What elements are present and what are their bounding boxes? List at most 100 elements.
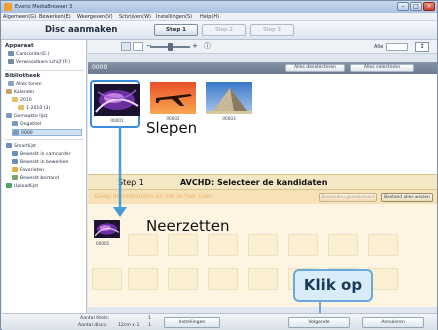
sidebar-item-smartlijst[interactable]: Smartlijst [6, 143, 36, 150]
empty-slot [248, 234, 278, 256]
empty-slot [208, 234, 238, 256]
smart-list-icon [12, 159, 18, 164]
thumbnail-name: 00001 [110, 118, 124, 123]
app-window: Everio MediaBrowser 3 – □ × Algemeen(G) … [0, 0, 438, 330]
upload-icon [6, 183, 12, 188]
list-icon [6, 113, 12, 118]
menu-bewerken[interactable]: Bewerken(E) [39, 14, 71, 20]
sidebar-item-ongetitel[interactable]: Ongetitel [12, 121, 41, 128]
airplane-sunset-thumbnail [150, 82, 196, 114]
minimize-button[interactable]: – [397, 2, 409, 11]
target-step-label: Step 1 [118, 178, 144, 187]
menu-instellingen[interactable]: Instellingen(S) [156, 14, 192, 20]
thumbnail-00003[interactable]: 00003 [204, 80, 254, 128]
sidebar-item-kalender[interactable]: Kalender [6, 89, 34, 96]
target-drop-area[interactable]: 00001 [88, 204, 437, 307]
disc-capacity: 12cm x 1 [118, 323, 140, 328]
sidebar-item-bewerkt-bestand[interactable]: Bewerkt bestand [12, 175, 59, 182]
sidebar-item-label: Bewerkt bestand [20, 176, 59, 181]
purple-swirl-thumbnail [94, 84, 140, 116]
settings-button[interactable]: Instellingen [164, 317, 220, 328]
sidebar: Apparaat Camcorder(E:) Verwisselbare sch… [2, 40, 87, 321]
sidebar-item-label: Ongetitel [20, 122, 42, 127]
info-icon[interactable]: ⓘ [204, 41, 211, 51]
sidebar-item-label: 2010 [20, 98, 32, 103]
sidebar-item-0000[interactable]: 0000 [12, 129, 82, 136]
sidebar-item-bewerkt-bewerken[interactable]: Bewerkt in bewerken [12, 159, 68, 166]
source-header: 0000 Alles deselecteren Alles selecteren [88, 62, 437, 74]
sidebar-item-label: Gemaakte lijst [14, 114, 48, 119]
camcorder-icon [8, 51, 14, 56]
sidebar-item-uploadlijst[interactable]: Uploadlijst [6, 183, 38, 190]
sidebar-heading-apparaat: Apparaat [5, 43, 34, 49]
filter-select[interactable] [386, 43, 408, 51]
sort-icon[interactable]: ↕ [415, 42, 429, 52]
sidebar-item-label: Camcorder(E:) [16, 52, 50, 57]
step-3-tab: Step 3 [250, 24, 294, 36]
sidebar-item-label: Smartlijst [14, 144, 36, 149]
empty-slot [168, 234, 198, 256]
mode-bar: Disc aanmaken Step 1 Step 2 Step 3 [1, 21, 437, 40]
sidebar-item-removable-disk[interactable]: Verwisselbare schijf (F:) [8, 59, 70, 66]
star-icon [12, 167, 18, 172]
sidebar-item-favorieten[interactable]: Favorieten [12, 167, 44, 174]
dropped-item-00001[interactable]: 00001 [92, 208, 122, 246]
sidebar-item-label: 1-2010 (3) [26, 106, 51, 111]
sidebar-item-camcorder[interactable]: Camcorder(E:) [8, 51, 49, 58]
sidebar-item-alles-tonen[interactable]: Alles tonen [8, 81, 42, 88]
sidebar-item-label: Bewerkt in camcorder [20, 152, 71, 157]
menu-algemeen[interactable]: Algemeen(G) [3, 14, 36, 20]
remove-all-button[interactable]: Bestand alles wissen [381, 193, 433, 202]
empty-slot [128, 234, 158, 256]
next-button[interactable]: Volgende [288, 317, 350, 328]
deselect-all-button[interactable]: Alles deselecteren [285, 64, 345, 72]
sidebar-item-gemaakte-lijst[interactable]: Gemaakte lijst [6, 113, 47, 120]
click-callout: Klik op [293, 269, 373, 302]
library-icon [8, 81, 14, 86]
target-title: AVCHD: Selecteer de kandidaten [180, 178, 328, 187]
source-folder-label: 0000 [92, 64, 108, 71]
cancel-button[interactable]: Annuleren [362, 317, 424, 328]
zoom-slider-handle[interactable] [168, 43, 173, 51]
pyramid-thumbnail [206, 82, 252, 114]
menu-help[interactable]: Help(H) [200, 14, 219, 20]
sidebar-item-label: Bewerkt in bewerken [20, 160, 69, 165]
sidebar-item-label: 0000 [21, 131, 33, 136]
zoom-in-icon[interactable]: + [192, 42, 198, 50]
drag-callout: Slepen [146, 119, 198, 137]
title-count-value: 1 [148, 316, 151, 321]
step-2-tab: Step 2 [202, 24, 246, 36]
list-view-icon[interactable] [133, 42, 143, 51]
empty-slot [368, 234, 398, 256]
sidebar-divider [4, 139, 84, 140]
edit-icon [12, 175, 18, 180]
sidebar-item-2010[interactable]: 2010 [12, 97, 32, 104]
maximize-button[interactable]: □ [410, 2, 422, 11]
app-logo-icon [4, 3, 12, 11]
list-icon [12, 121, 18, 126]
thumbnail-grid-icon[interactable] [121, 42, 131, 51]
select-all-button[interactable]: Alles selecteren [350, 64, 414, 72]
folder-icon [12, 97, 18, 102]
empty-slot [128, 268, 158, 290]
page-title: Disc aanmaken [45, 25, 118, 35]
menu-weergeven[interactable]: Weergeven(V) [77, 14, 113, 20]
remove-selected-button[interactable]: Bestanden geselecteerd [319, 193, 377, 202]
sidebar-item-label: Favorieten [20, 168, 45, 173]
smart-list-icon [12, 151, 18, 156]
title-count-label: Aantal titels: [80, 316, 110, 321]
sidebar-item-label: Uploadlijst [14, 184, 39, 189]
sidebar-item-1-2010[interactable]: 1-2010 (3) [18, 105, 50, 112]
title-bar: Everio MediaBrowser 3 – □ × [1, 1, 437, 13]
folder-icon [18, 105, 24, 110]
list-icon [13, 130, 19, 135]
source-thumbnail-area: 00001 00002 00003 [88, 74, 437, 174]
status-bar: Aantal titels: 1 Aantal discs: 12cm x 1 … [2, 313, 437, 330]
thumbnail-00001[interactable]: 00001 [90, 80, 140, 128]
close-button[interactable]: × [423, 2, 435, 11]
sidebar-divider [4, 70, 84, 71]
target-hint: Sleep de bestanden en zet ze hier neer. [94, 193, 214, 200]
sidebar-item-bewerkt-camcorder[interactable]: Bewerkt in camcorder [12, 151, 71, 158]
drop-callout: Neerzetten [146, 217, 230, 235]
menu-schrijven[interactable]: Schrijven(W) [119, 14, 151, 20]
